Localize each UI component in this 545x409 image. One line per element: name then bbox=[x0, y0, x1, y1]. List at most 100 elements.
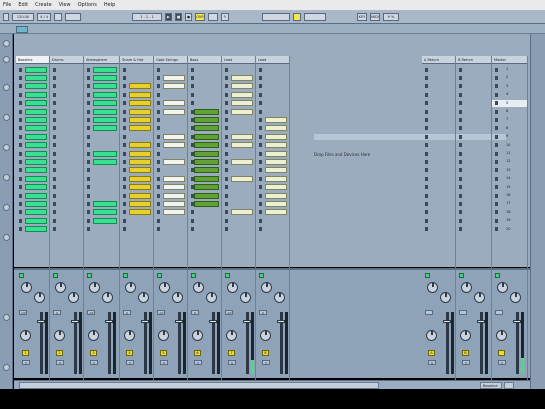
clip-slot[interactable] bbox=[456, 83, 491, 90]
clip-slot[interactable] bbox=[222, 91, 255, 98]
clip-slot[interactable]: 8 bbox=[492, 125, 527, 132]
clip-launch-icon[interactable] bbox=[259, 176, 262, 181]
clip-launch-icon[interactable] bbox=[157, 151, 160, 156]
clip-slot[interactable]: 3 bbox=[492, 83, 527, 90]
clip-launch-icon[interactable] bbox=[19, 168, 22, 173]
clip-slot[interactable] bbox=[50, 184, 83, 191]
clip[interactable] bbox=[25, 200, 47, 207]
loop-start-field[interactable] bbox=[262, 12, 290, 21]
clip-slot[interactable] bbox=[188, 91, 221, 98]
send-b-knob[interactable] bbox=[206, 292, 217, 303]
clip-launch-icon[interactable] bbox=[425, 218, 428, 223]
clip-slot[interactable] bbox=[84, 167, 119, 174]
clip-slot[interactable] bbox=[16, 66, 49, 73]
fader-handle[interactable] bbox=[513, 320, 521, 323]
clip-launch-icon[interactable] bbox=[259, 109, 262, 114]
clip-slot[interactable] bbox=[154, 192, 187, 199]
clip-slot[interactable] bbox=[188, 83, 221, 90]
send-b-knob[interactable] bbox=[274, 292, 285, 303]
clip-slot[interactable] bbox=[120, 116, 153, 123]
clip-launch-icon[interactable] bbox=[19, 176, 22, 181]
clip-launch-icon[interactable] bbox=[425, 227, 428, 232]
key-map-button[interactable]: KEY bbox=[357, 12, 367, 21]
clip[interactable] bbox=[25, 83, 47, 90]
clip-launch-icon[interactable] bbox=[53, 117, 56, 122]
pan-knob[interactable] bbox=[260, 330, 271, 341]
track-title[interactable]: Gate Strings bbox=[154, 56, 187, 64]
clip-slot[interactable] bbox=[16, 116, 49, 123]
pan-knob[interactable] bbox=[192, 330, 203, 341]
clip-launch-icon[interactable] bbox=[19, 227, 22, 232]
clip[interactable] bbox=[231, 74, 253, 81]
clip-launch-icon[interactable] bbox=[19, 143, 22, 148]
clip-launch-icon[interactable] bbox=[425, 168, 428, 173]
fader-handle[interactable] bbox=[141, 320, 149, 323]
clip-launch-icon[interactable] bbox=[425, 143, 428, 148]
clip-slot[interactable] bbox=[154, 217, 187, 224]
clip-slot[interactable] bbox=[84, 125, 119, 132]
clip-slot[interactable] bbox=[84, 116, 119, 123]
clip-slot[interactable] bbox=[120, 142, 153, 149]
clip-slot[interactable] bbox=[84, 74, 119, 81]
clip-slot[interactable] bbox=[120, 158, 153, 165]
clip-slot[interactable] bbox=[154, 142, 187, 149]
clip-slot[interactable] bbox=[256, 133, 289, 140]
solo-button[interactable]: S bbox=[428, 360, 436, 365]
clip[interactable] bbox=[25, 108, 47, 115]
clip-slot[interactable] bbox=[256, 209, 289, 216]
send-a-knob[interactable] bbox=[89, 282, 100, 293]
clip-launch-icon[interactable] bbox=[225, 210, 228, 215]
clip-launch-icon[interactable] bbox=[425, 67, 428, 72]
clip-slot[interactable] bbox=[16, 175, 49, 182]
clip[interactable] bbox=[194, 133, 219, 140]
clip-slot[interactable] bbox=[188, 74, 221, 81]
send-a-knob[interactable] bbox=[461, 282, 472, 293]
clip-launch-icon[interactable] bbox=[157, 134, 160, 139]
track-number-button[interactable]: 3 bbox=[90, 350, 97, 356]
clip-slot[interactable] bbox=[120, 74, 153, 81]
clip[interactable] bbox=[194, 167, 219, 174]
clip-slot[interactable] bbox=[222, 167, 255, 174]
clip-slot[interactable] bbox=[422, 226, 455, 233]
clip-launch-icon[interactable] bbox=[459, 101, 462, 106]
clip-slot[interactable] bbox=[154, 184, 187, 191]
clip-slot[interactable] bbox=[222, 125, 255, 132]
send-b-knob[interactable] bbox=[68, 292, 79, 303]
track-number-button[interactable]: 1 bbox=[22, 350, 29, 356]
clip-slot[interactable] bbox=[154, 91, 187, 98]
clip-launch-icon[interactable] bbox=[123, 101, 126, 106]
clip-slot[interactable] bbox=[120, 150, 153, 157]
clip-slot[interactable] bbox=[16, 74, 49, 81]
clip[interactable] bbox=[25, 142, 47, 149]
clip-slot[interactable] bbox=[84, 200, 119, 207]
clip[interactable] bbox=[25, 66, 47, 73]
track-activator-button[interactable] bbox=[259, 273, 264, 278]
clip-launch-icon[interactable] bbox=[495, 92, 498, 97]
clip-slot[interactable] bbox=[188, 175, 221, 182]
send-a-knob[interactable] bbox=[159, 282, 170, 293]
clip[interactable] bbox=[25, 74, 47, 81]
clip-launch-icon[interactable] bbox=[225, 134, 228, 139]
clip-slot[interactable] bbox=[120, 100, 153, 107]
clip-slot[interactable] bbox=[256, 83, 289, 90]
clip-launch-icon[interactable] bbox=[459, 201, 462, 206]
clip-slot[interactable] bbox=[188, 150, 221, 157]
track-activator-button[interactable] bbox=[459, 273, 464, 278]
clip-slot[interactable] bbox=[120, 184, 153, 191]
send-b-knob[interactable] bbox=[172, 292, 183, 303]
clip-slot[interactable]: 10 bbox=[492, 142, 527, 149]
clip-slot[interactable] bbox=[120, 209, 153, 216]
fader-handle[interactable] bbox=[277, 320, 285, 323]
clip-slot[interactable] bbox=[84, 175, 119, 182]
clip-slot[interactable] bbox=[50, 192, 83, 199]
clip-launch-icon[interactable] bbox=[225, 143, 228, 148]
clip-launch-icon[interactable] bbox=[157, 210, 160, 215]
clip-launch-icon[interactable] bbox=[87, 201, 90, 206]
clip-launch-icon[interactable] bbox=[425, 92, 428, 97]
clip-launch-icon[interactable] bbox=[19, 101, 22, 106]
clip-launch-icon[interactable] bbox=[191, 227, 194, 232]
clip-slot[interactable] bbox=[84, 66, 119, 73]
clip-slot[interactable] bbox=[50, 167, 83, 174]
clip-launch-icon[interactable] bbox=[459, 151, 462, 156]
clip-slot[interactable] bbox=[188, 192, 221, 199]
